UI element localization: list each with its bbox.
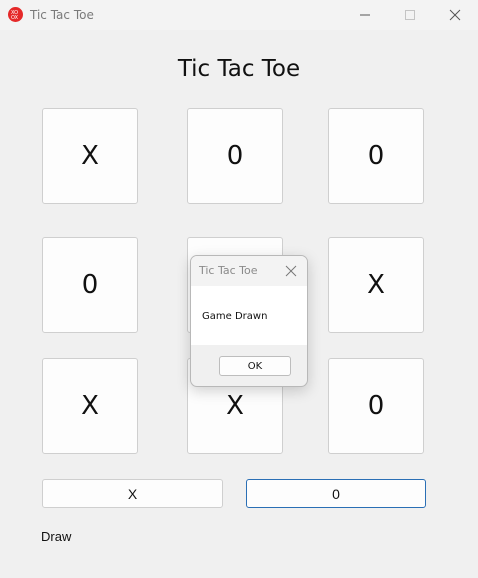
dialog-title: Tic Tac Toe	[199, 264, 258, 277]
close-icon	[285, 265, 297, 277]
close-button[interactable]	[432, 0, 478, 30]
svg-text:OX: OX	[11, 15, 19, 21]
dialog-ok-button[interactable]: OK	[219, 356, 291, 376]
board-cell-2-3[interactable]: X	[328, 237, 424, 333]
message-dialog: Tic Tac Toe Game Drawn OK	[190, 255, 308, 387]
dialog-title-bar[interactable]: Tic Tac Toe	[191, 256, 307, 286]
player-x-field[interactable]: X	[42, 479, 223, 508]
app-window: XO OX Tic Tac Toe Tic Tac Toe X 0 0 0 X	[0, 0, 478, 578]
board-cell-1-1[interactable]: X	[42, 108, 138, 204]
window-title: Tic Tac Toe	[30, 8, 94, 22]
player-o-field[interactable]: 0	[246, 479, 426, 508]
maximize-icon	[405, 10, 415, 20]
dialog-message: Game Drawn	[202, 311, 268, 322]
board-cell-1-2[interactable]: 0	[187, 108, 283, 204]
close-icon	[449, 9, 461, 21]
tic-tac-toe-app-icon: XO OX	[8, 7, 23, 22]
title-bar[interactable]: XO OX Tic Tac Toe	[0, 0, 478, 30]
board-cell-2-1[interactable]: 0	[42, 237, 138, 333]
game-status: Draw	[41, 529, 72, 544]
minimize-button[interactable]	[342, 0, 388, 30]
maximize-button[interactable]	[387, 0, 433, 30]
dialog-close-button[interactable]	[282, 262, 300, 280]
dialog-body: Game Drawn	[191, 286, 307, 345]
minimize-icon	[360, 14, 370, 16]
board-cell-1-3[interactable]: 0	[328, 108, 424, 204]
board-cell-3-1[interactable]: X	[42, 358, 138, 454]
game-heading: Tic Tac Toe	[177, 56, 301, 82]
board-cell-3-3[interactable]: 0	[328, 358, 424, 454]
